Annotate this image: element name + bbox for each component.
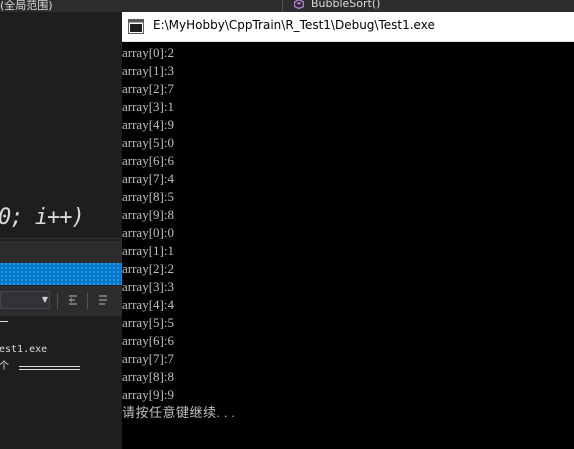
console-line: array[0]:2: [122, 45, 174, 60]
console-line: array[7]:7: [122, 351, 174, 366]
console-line: array[1]:3: [122, 63, 174, 78]
console-line: array[3]:3: [122, 279, 174, 294]
console-line: array[9]:8: [122, 207, 174, 222]
editor-divider: [0, 238, 122, 239]
output-separator-dash: [0, 321, 8, 322]
output-line: 个: [0, 361, 9, 372]
console-line: array[8]:8: [122, 369, 174, 384]
output-panel-title-bar[interactable]: [0, 263, 122, 285]
nav-bar-separator: [282, 0, 283, 12]
console-line: array[9]:9: [122, 387, 174, 402]
console-line: array[2]:7: [122, 81, 174, 96]
console-line: array[7]:4: [122, 171, 174, 186]
press-any-key-prompt: 请按任意键继续. . .: [122, 405, 236, 420]
console-line: array[1]:1: [122, 243, 174, 258]
console-line: array[0]:0: [122, 225, 174, 240]
toolbar-separator: [57, 293, 58, 309]
output-panel-header: [0, 241, 122, 263]
function-icon: [294, 0, 304, 9]
console-line: array[4]:9: [122, 117, 174, 132]
console-line: array[8]:5: [122, 189, 174, 204]
console-line: array[5]:0: [122, 135, 174, 150]
output-line: est1.exe: [0, 344, 48, 355]
dropdown-arrow-icon[interactable]: ▼: [40, 291, 50, 309]
output-separator-double-line: [19, 366, 80, 370]
console-line: array[4]:4: [122, 297, 174, 312]
console-title: E:\MyHobby\CppTrain\R_Test1\Debug\Test1.…: [153, 18, 435, 32]
console-line: array[6]:6: [122, 333, 174, 348]
code-editor[interactable]: [0, 12, 122, 449]
console-app-icon: [128, 19, 144, 34]
console-line: array[2]:2: [122, 261, 174, 276]
toolbar-separator: [87, 293, 88, 309]
console-title-bar[interactable]: E:\MyHobby\CppTrain\R_Test1\Debug\Test1.…: [122, 12, 574, 42]
code-line-fragment: 0; i++): [0, 205, 85, 230]
go-to-previous-icon[interactable]: [66, 294, 80, 308]
go-to-next-icon[interactable]: [96, 294, 110, 308]
function-dropdown[interactable]: BubbleSort(): [311, 0, 380, 10]
ide-navigation-bar: [0, 0, 574, 12]
console-output[interactable]: array[0]:2 array[1]:3 array[2]:7 array[3…: [122, 42, 574, 449]
console-lines: array[0]:2 array[1]:3 array[2]:7 array[3…: [122, 44, 235, 422]
console-line: array[5]:5: [122, 315, 174, 330]
console-line: array[3]:1: [122, 99, 174, 114]
console-line: array[6]:6: [122, 153, 174, 168]
console-window[interactable]: E:\MyHobby\CppTrain\R_Test1\Debug\Test1.…: [122, 12, 574, 449]
